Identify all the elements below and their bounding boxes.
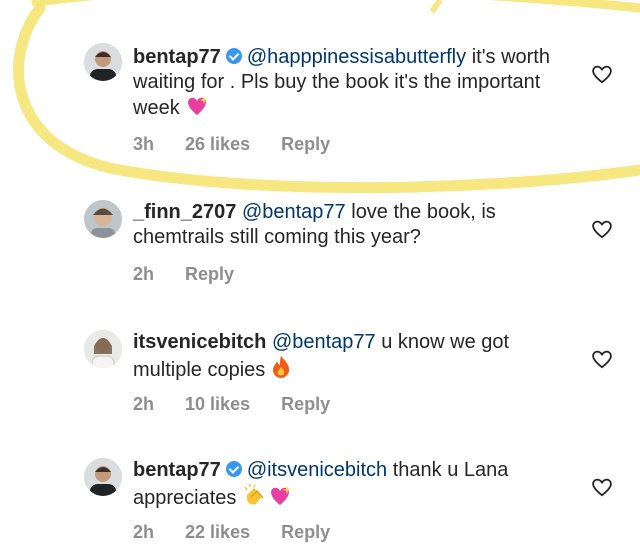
like-heart-icon[interactable] — [591, 349, 613, 369]
comment-mention[interactable]: @bentap77 — [272, 331, 376, 353]
comment-item: itsvenicebitch @bentap77 u know we got m… — [0, 320, 640, 440]
comment-meta: 2h 22 likes Reply — [133, 522, 356, 543]
user-photo-icon — [84, 43, 122, 81]
clapping-hands-icon — [244, 484, 264, 505]
verified-badge-icon — [225, 48, 242, 64]
comment-username[interactable]: _finn_2707 — [133, 201, 236, 223]
comment-time: 2h — [133, 394, 155, 414]
comment-username[interactable]: itsvenicebitch — [133, 331, 266, 353]
sparkling-heart-icon — [271, 486, 291, 505]
like-heart-icon[interactable] — [591, 477, 613, 497]
comment-time: 3h — [133, 134, 155, 154]
comment-mention[interactable]: @bentap77 — [242, 201, 346, 223]
avatar[interactable] — [84, 330, 122, 368]
comment-meta: 2h Reply — [133, 264, 260, 285]
reply-button[interactable]: Reply — [281, 394, 330, 414]
comment-meta: 2h 10 likes Reply — [133, 394, 356, 415]
comment-mention[interactable]: @happpinessisabutterfly — [247, 46, 466, 68]
user-photo-icon — [84, 200, 122, 238]
fire-icon — [272, 356, 289, 378]
user-photo-icon — [84, 330, 122, 368]
verified-badge-icon — [225, 461, 242, 477]
comment-time: 2h — [133, 264, 155, 284]
comment-likes[interactable]: 10 likes — [185, 394, 250, 414]
user-photo-icon — [84, 458, 122, 496]
comment-likes[interactable]: 26 likes — [185, 134, 250, 154]
comment-meta: 3h 26 likes Reply — [133, 134, 356, 155]
avatar[interactable] — [84, 458, 122, 496]
comment-text: bentap77 @happpinessisabutterfly it's wor… — [133, 45, 553, 121]
comment-text: bentap77 @itsvenicebitch thank u Lana app… — [133, 458, 553, 511]
comment-username[interactable]: bentap77 — [133, 459, 221, 481]
comment-text: itsvenicebitch @bentap77 u know we got m… — [133, 330, 553, 383]
reply-button[interactable]: Reply — [281, 522, 330, 542]
comment-text: _finn_2707 @bentap77 love the book, is c… — [133, 200, 553, 250]
like-heart-icon[interactable] — [591, 219, 613, 239]
comment-item: bentap77 @itsvenicebitch thank u Lana app… — [0, 450, 640, 550]
comment-mention[interactable]: @itsvenicebitch — [247, 459, 387, 481]
comment-item: _finn_2707 @bentap77 love the book, is c… — [0, 190, 640, 310]
like-heart-icon[interactable] — [591, 64, 613, 84]
comment-item: bentap77 @happpinessisabutterfly it's wor… — [0, 0, 640, 190]
comment-username[interactable]: bentap77 — [133, 46, 221, 68]
comment-time: 2h — [133, 522, 155, 542]
reply-button[interactable]: Reply — [185, 264, 234, 284]
avatar[interactable] — [84, 200, 122, 238]
reply-button[interactable]: Reply — [281, 134, 330, 154]
avatar[interactable] — [84, 43, 122, 81]
comment-likes[interactable]: 22 likes — [185, 522, 250, 542]
sparkling-heart-icon — [188, 96, 209, 115]
